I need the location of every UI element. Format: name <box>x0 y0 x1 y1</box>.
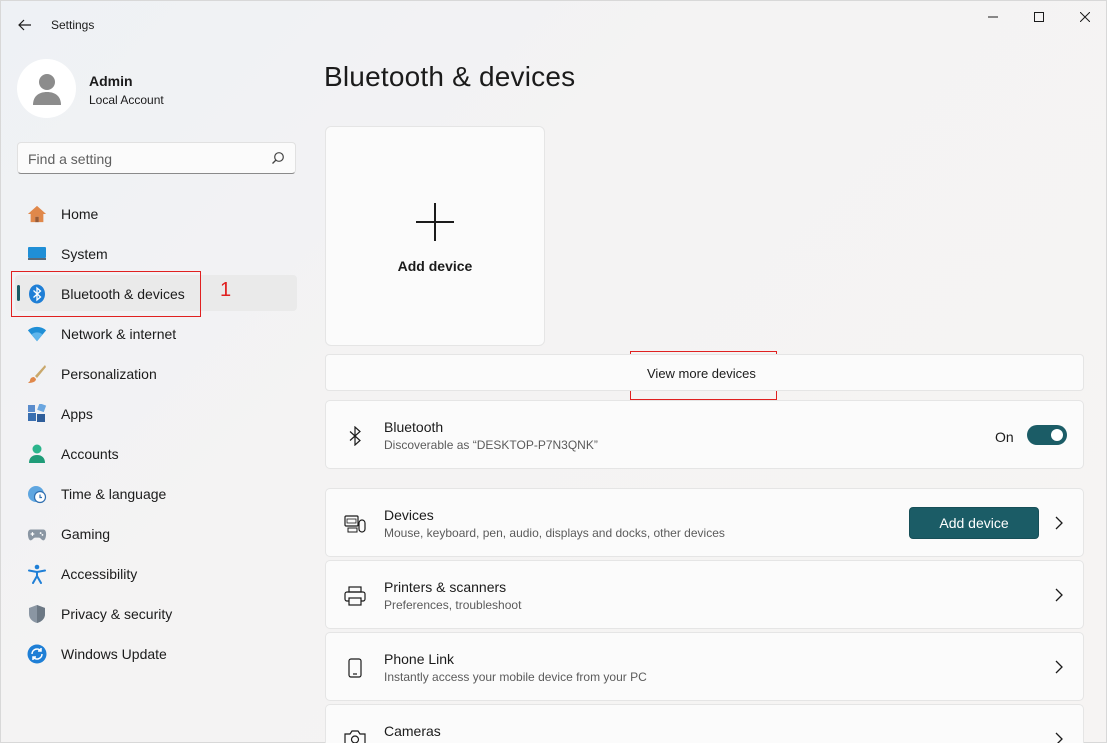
sidebar-item-system[interactable]: System <box>15 235 297 271</box>
annotation-number-1: 1 <box>220 279 232 301</box>
add-device-tile-label: Add device <box>397 258 473 274</box>
shield-icon <box>27 604 47 624</box>
chevron-right-icon <box>1055 516 1063 530</box>
phone-link-subtitle: Instantly access your mobile device from… <box>384 670 647 684</box>
bluetooth-symbol-icon <box>344 425 366 447</box>
cameras-title: Cameras <box>384 723 441 739</box>
sidebar-item-label: Personalization <box>61 366 157 382</box>
phone-icon <box>344 657 366 679</box>
app-title: Settings <box>51 18 95 32</box>
sidebar-item-privacy-security[interactable]: Privacy & security <box>15 595 297 631</box>
printer-icon <box>344 585 366 607</box>
devices-title: Devices <box>384 507 434 523</box>
search-input[interactable] <box>28 149 258 169</box>
devices-card[interactable]: Devices Mouse, keyboard, pen, audio, dis… <box>325 488 1084 557</box>
wifi-icon <box>27 324 47 344</box>
page-title: Bluetooth & devices <box>324 61 576 92</box>
search-box <box>17 142 296 174</box>
person-icon <box>27 444 47 464</box>
sidebar-item-accessibility[interactable]: Accessibility <box>15 555 297 591</box>
avatar <box>17 59 76 118</box>
close-button[interactable] <box>1062 5 1107 29</box>
maximize-icon <box>1034 12 1044 22</box>
apps-icon <box>27 404 47 424</box>
bluetooth-card: Bluetooth Discoverable as “DESKTOP-P7N3Q… <box>325 400 1084 469</box>
user-profile[interactable]: Admin Local Account <box>17 59 297 119</box>
sidebar-nav: Home System Bluetooth & devices Network … <box>15 195 297 675</box>
sidebar-item-accounts[interactable]: Accounts <box>15 435 297 471</box>
sidebar-item-gaming[interactable]: Gaming <box>15 515 297 551</box>
cameras-card[interactable]: Cameras <box>325 704 1084 743</box>
update-icon <box>27 644 47 664</box>
sidebar-item-label: Network & internet <box>61 326 177 342</box>
phone-link-title: Phone Link <box>384 651 455 667</box>
person-avatar-icon <box>32 73 61 105</box>
home-icon <box>27 204 47 224</box>
add-device-button[interactable]: Add device <box>909 507 1039 539</box>
sidebar-item-windows-update[interactable]: Windows Update <box>15 635 297 671</box>
profile-name: Admin <box>89 73 133 89</box>
printers-card[interactable]: Printers & scanners Preferences, trouble… <box>325 560 1084 629</box>
chevron-right-icon <box>1055 588 1063 602</box>
title-bar: Settings <box>1 1 1106 49</box>
accessibility-icon <box>27 564 47 584</box>
camera-icon <box>344 727 366 743</box>
sidebar-item-home[interactable]: Home <box>15 195 297 231</box>
sidebar-item-personalization[interactable]: Personalization <box>15 355 297 391</box>
sidebar-item-label: Windows Update <box>61 646 167 662</box>
bluetooth-toggle-label: On <box>995 429 1014 445</box>
close-icon <box>1080 12 1090 22</box>
view-more-devices-link[interactable]: View more devices <box>647 366 756 381</box>
sidebar-item-label: Privacy & security <box>61 606 173 622</box>
arrow-left-icon <box>18 19 31 31</box>
settings-window: Settings Admin Local Account Find a sett… <box>0 0 1107 743</box>
brush-icon <box>27 364 47 384</box>
devices-icon <box>344 513 366 535</box>
sidebar-item-apps[interactable]: Apps <box>15 395 297 431</box>
sidebar-item-label: Gaming <box>61 526 111 542</box>
gamepad-icon <box>27 524 47 544</box>
system-icon <box>27 244 47 264</box>
add-device-tile[interactable]: Add device <box>325 126 545 346</box>
chevron-right-icon <box>1055 660 1063 674</box>
plus-icon <box>416 203 454 241</box>
search-icon[interactable] <box>271 151 285 165</box>
annotation-box-1 <box>11 271 201 317</box>
sidebar-item-label: Time & language <box>61 486 167 502</box>
chevron-right-icon <box>1055 732 1063 743</box>
printers-subtitle: Preferences, troubleshoot <box>384 598 522 612</box>
bluetooth-toggle[interactable] <box>1027 425 1067 445</box>
sidebar-item-label: Accessibility <box>61 566 138 582</box>
sidebar-item-time-language[interactable]: Time & language <box>15 475 297 511</box>
bluetooth-subtitle: Discoverable as “DESKTOP-P7N3QNK” <box>384 438 598 452</box>
sidebar-item-label: Home <box>61 206 99 222</box>
devices-subtitle: Mouse, keyboard, pen, audio, displays an… <box>384 526 725 540</box>
sidebar-item-label: Apps <box>61 406 93 422</box>
minimize-icon <box>988 16 998 18</box>
clock-globe-icon <box>27 484 47 504</box>
profile-account-type: Local Account <box>89 93 164 107</box>
sidebar-item-network[interactable]: Network & internet <box>15 315 297 351</box>
toggle-knob <box>1051 429 1063 441</box>
sidebar-item-label: Accounts <box>61 446 119 462</box>
bluetooth-title: Bluetooth <box>384 419 444 435</box>
sidebar-item-label: System <box>61 246 108 262</box>
phone-link-card[interactable]: Phone Link Instantly access your mobile … <box>325 632 1084 701</box>
minimize-button[interactable] <box>970 5 1016 29</box>
printers-title: Printers & scanners <box>384 579 507 595</box>
back-button[interactable] <box>13 13 37 37</box>
maximize-button[interactable] <box>1016 5 1062 29</box>
